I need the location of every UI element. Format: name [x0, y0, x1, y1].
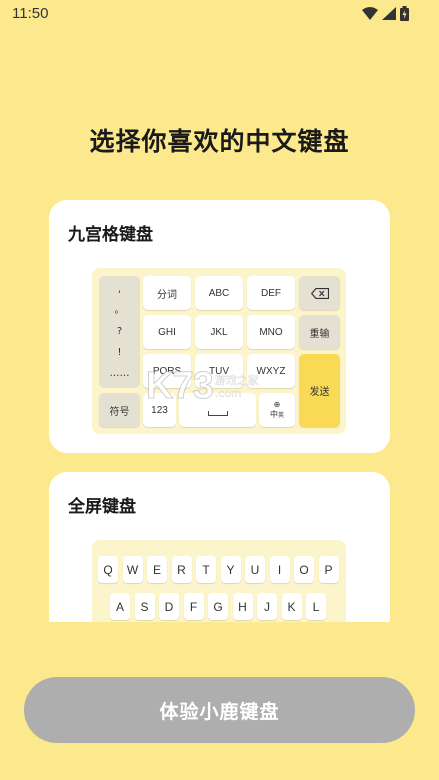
key-language: ⊕ 中英 — [259, 393, 295, 427]
key-s: S — [134, 593, 155, 620]
key-a: A — [110, 593, 130, 620]
lang-zh-label: 中 — [269, 409, 278, 419]
key-def: DEF — [247, 276, 295, 310]
full-keyboard-preview: QWERTYUIOP ASDFGHJKL — [92, 540, 346, 622]
watermark: K73 游戏之家 .com — [146, 365, 259, 408]
nine-grid-keyboard-preview: , 。 ? ! …… 分词 ABC DEF GHI JKL MNO 重输 PQR… — [92, 268, 346, 434]
key-h: H — [232, 593, 253, 620]
full-card-title: 全屏键盘 — [68, 497, 136, 517]
key-chongshu: 重输 — [299, 315, 340, 349]
punct-ellipsis: …… — [109, 367, 130, 379]
key-y: Y — [220, 556, 241, 583]
key-i: I — [269, 556, 290, 583]
key-symbols: 符号 — [99, 393, 140, 427]
key-u: U — [245, 556, 265, 583]
watermark-line2: .com — [214, 386, 242, 400]
key-w: W — [122, 556, 143, 583]
key-fenci: 分词 — [143, 276, 191, 310]
key-j: J — [257, 593, 277, 620]
status-icons — [362, 6, 409, 21]
key-backspace — [299, 276, 340, 310]
key-l: L — [306, 593, 326, 620]
punct-question: ? — [116, 325, 123, 337]
key-r: R — [171, 556, 192, 583]
key-ghi: GHI — [143, 315, 191, 349]
space-icon — [207, 410, 228, 416]
key-q: Q — [98, 556, 118, 583]
key-o: O — [294, 556, 314, 583]
full-keyboard-card[interactable]: 全屏键盘 QWERTYUIOP ASDFGHJKL — [49, 472, 390, 622]
backspace-icon — [310, 287, 329, 299]
key-f: F — [183, 593, 204, 620]
watermark-main: K73 — [146, 365, 215, 408]
page-title: 选择你喜欢的中文键盘 — [89, 127, 350, 156]
key-send: 发送 — [299, 354, 340, 427]
key-jkl: JKL — [195, 315, 243, 349]
key-p: P — [318, 556, 339, 583]
key-k: K — [281, 593, 302, 620]
nine-grid-card-title: 九宫格键盘 — [68, 225, 153, 245]
punctuation-column: , 。 ? ! …… — [99, 276, 140, 388]
battery-icon — [400, 6, 409, 21]
key-e: E — [147, 556, 167, 583]
nine-grid-keyboard-card[interactable]: 九宫格键盘 , 。 ? ! …… 分词 ABC DEF GHI JKL MNO … — [49, 200, 390, 453]
key-t: T — [196, 556, 216, 583]
key-g: G — [208, 593, 228, 620]
key-abc: ABC — [195, 276, 243, 310]
lang-en-label: 英 — [277, 412, 284, 419]
status-bar: 11:50 — [0, 0, 439, 30]
key-mno: MNO — [247, 315, 295, 349]
punct-period: 。 — [114, 305, 125, 317]
punct-exclaim: ! — [117, 346, 122, 358]
try-keyboard-button[interactable]: 体验小鹿键盘 — [24, 677, 415, 743]
key-d: D — [159, 593, 179, 620]
signal-icon — [382, 7, 396, 20]
punct-comma: , — [117, 284, 122, 296]
watermark-line1: 游戏之家 — [214, 373, 259, 387]
wifi-icon — [362, 7, 378, 20]
status-time: 11:50 — [12, 5, 49, 22]
globe-icon: ⊕ — [273, 399, 281, 409]
